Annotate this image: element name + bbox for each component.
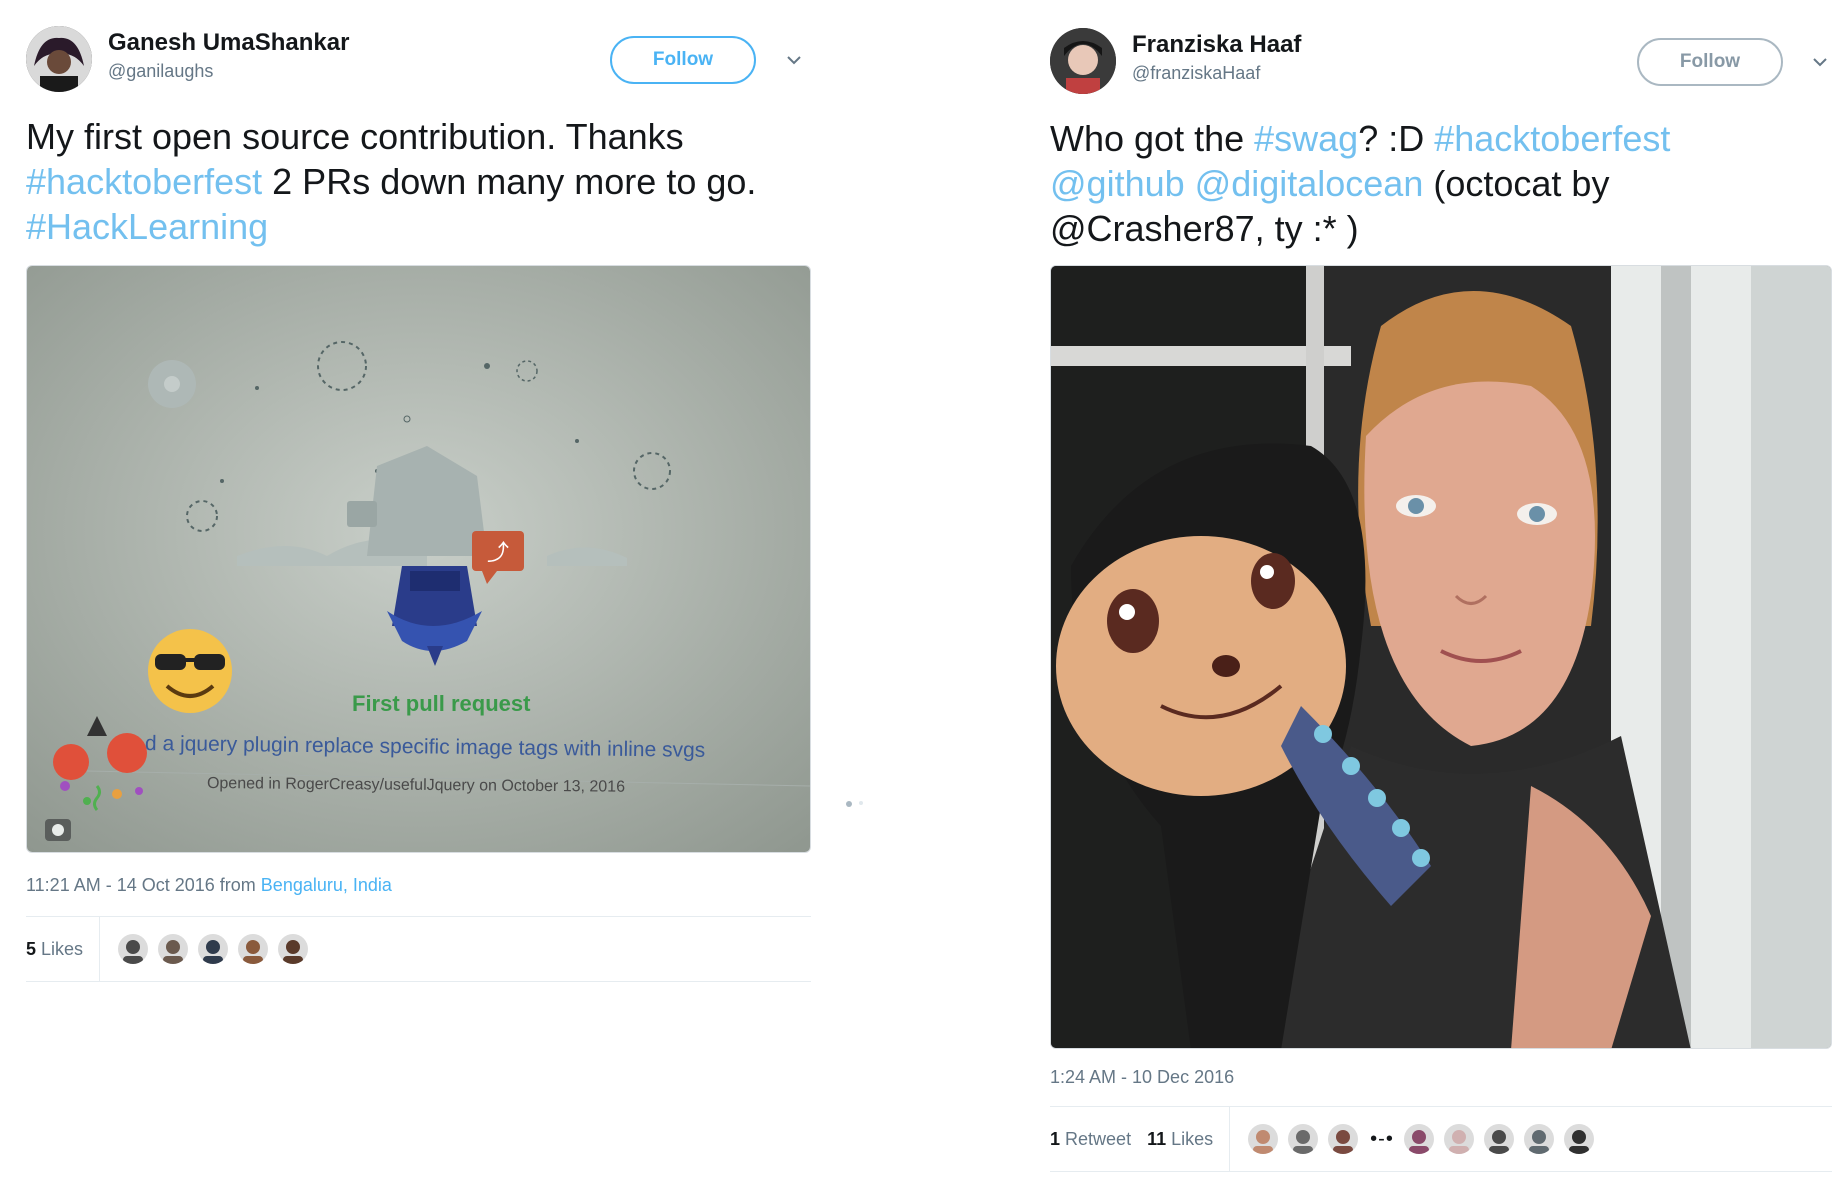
liker-avatar[interactable]	[196, 932, 231, 966]
text-segment: ? :D	[1358, 118, 1435, 159]
liker-avatar[interactable]	[1246, 1122, 1281, 1156]
text-segment: Who got the	[1050, 118, 1255, 159]
avatar[interactable]	[1050, 28, 1116, 94]
timestamp-text[interactable]: 11:21 AM - 14 Oct 2016 from	[26, 875, 261, 895]
liker-avatar[interactable]	[1286, 1122, 1321, 1156]
tweet-card: Franziska Haaf @franziskaHaaf Follow Who…	[1050, 0, 1832, 1172]
svg-text:⤴: ⤴	[487, 540, 509, 565]
tweet-text: Who got the #swag? :D #hacktoberfest @gi…	[1050, 116, 1810, 251]
tweet-text: My first open source contribution. Thank…	[26, 114, 786, 249]
retweets-stat[interactable]: 1 Retweet	[1050, 1129, 1131, 1150]
follow-button[interactable]: Follow	[610, 36, 756, 84]
tweet-header: Ganesh UmaShankar @ganilaughs Follow	[26, 0, 811, 100]
mention-link[interactable]: @digitalocean	[1195, 163, 1424, 204]
stats-divider	[99, 916, 101, 982]
tweet-stats: 1 Retweet 11 Likes •-•	[1050, 1106, 1832, 1172]
more-likers-indicator[interactable]: •-•	[1370, 1128, 1394, 1151]
liker-avatar[interactable]	[116, 932, 151, 966]
follow-button[interactable]: Follow	[1637, 38, 1783, 86]
tweet-card: Ganesh UmaShankar @ganilaughs Follow My …	[26, 0, 811, 982]
mention-link[interactable]: @github	[1050, 163, 1185, 204]
retweets-label: Retweet	[1065, 1128, 1132, 1149]
liker-avatar[interactable]	[1326, 1122, 1361, 1156]
liker-avatar[interactable]	[236, 932, 271, 966]
likers-list	[116, 932, 316, 966]
stats-divider	[1229, 1106, 1231, 1172]
likes-label: Likes	[1171, 1128, 1214, 1149]
liker-avatar[interactable]	[1521, 1122, 1556, 1156]
avatar[interactable]	[26, 26, 92, 92]
hashtag-link[interactable]: #HackLearning	[26, 206, 268, 247]
tweet-timestamp: 1:24 AM - 10 Dec 2016	[1050, 1067, 1832, 1088]
hashtag-link[interactable]: #hacktoberfest	[1434, 118, 1670, 159]
text-segment: 2 PRs down many more to go.	[262, 161, 757, 202]
hashtag-link[interactable]: #swag	[1254, 118, 1358, 159]
likers-list	[1246, 1122, 1366, 1156]
tweet-timestamp: 11:21 AM - 14 Oct 2016 from Bengaluru, I…	[26, 875, 811, 896]
photo-heading: First pull request	[352, 691, 531, 716]
tweet-stats: 5 Likes	[26, 916, 811, 982]
author-handle[interactable]: @franziskaHaaf	[1132, 60, 1301, 86]
likes-stat[interactable]: 11 Likes	[1147, 1129, 1213, 1150]
liker-avatar[interactable]	[1401, 1122, 1436, 1156]
likes-count: 11	[1147, 1128, 1167, 1149]
likes-label: Likes	[41, 938, 84, 959]
liker-avatar[interactable]	[156, 932, 191, 966]
likes-count: 5	[26, 938, 37, 959]
hashtag-link[interactable]: #hacktoberfest	[26, 161, 262, 202]
timestamp-text[interactable]: 1:24 AM - 10 Dec 2016	[1050, 1067, 1234, 1087]
likes-stat[interactable]: 5 Likes	[26, 939, 83, 960]
tweet-photo[interactable]	[1050, 265, 1832, 1049]
chevron-down-icon[interactable]	[1810, 52, 1830, 72]
likers-list	[1401, 1122, 1602, 1156]
author-name[interactable]: Franziska Haaf	[1132, 30, 1301, 60]
retweets-count: 1	[1050, 1128, 1061, 1149]
tweet-photo[interactable]: ⤴ First pull request d a jquery plugin r…	[26, 265, 811, 853]
liker-avatar[interactable]	[1481, 1122, 1516, 1156]
liker-avatar[interactable]	[1561, 1122, 1596, 1156]
text-segment: My first open source contribution. Thank…	[26, 116, 684, 157]
tweet-header: Franziska Haaf @franziskaHaaf Follow	[1050, 0, 1832, 100]
author-name[interactable]: Ganesh UmaShankar	[108, 28, 349, 58]
location-link[interactable]: Bengaluru, India	[261, 875, 392, 895]
text-segment	[1185, 163, 1195, 204]
chevron-down-icon[interactable]	[784, 50, 804, 70]
photo-opened: Opened in RogerCreasy/usefulJquery on Oc…	[206, 775, 626, 796]
author-block[interactable]: Ganesh UmaShankar @ganilaughs	[108, 28, 349, 84]
author-block[interactable]: Franziska Haaf @franziskaHaaf	[1132, 30, 1301, 86]
author-handle[interactable]: @ganilaughs	[108, 58, 349, 84]
liker-avatar[interactable]	[276, 932, 311, 966]
loading-icon	[846, 801, 863, 807]
liker-avatar[interactable]	[1441, 1122, 1476, 1156]
